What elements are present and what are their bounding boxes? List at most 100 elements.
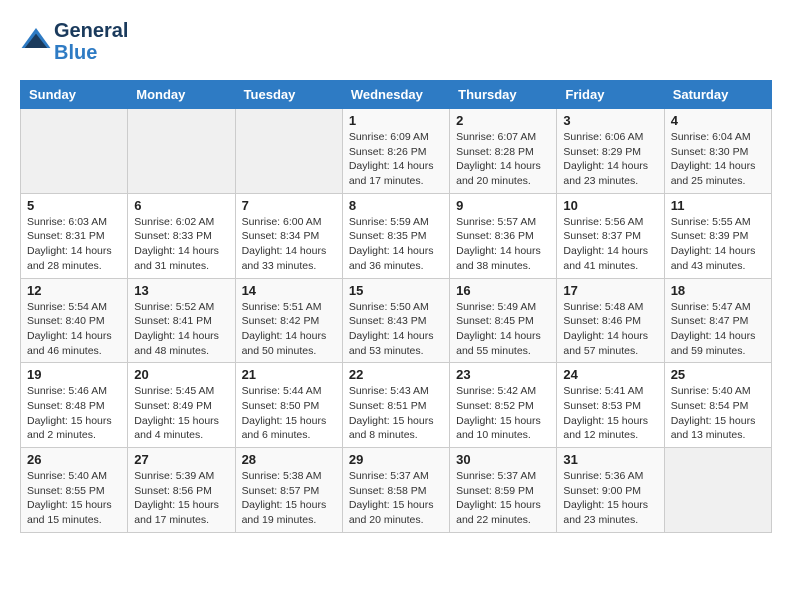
day-header-tuesday: Tuesday bbox=[235, 81, 342, 109]
day-number: 25 bbox=[671, 367, 765, 382]
calendar-cell: 31 Sunrise: 5:36 AM Sunset: 9:00 PM Dayli… bbox=[557, 448, 664, 533]
day-detail: Sunrise: 5:45 AM Sunset: 8:49 PM Dayligh… bbox=[134, 384, 228, 443]
calendar-cell: 25 Sunrise: 5:40 AM Sunset: 8:54 PM Dayli… bbox=[664, 363, 771, 448]
day-header-sunday: Sunday bbox=[21, 81, 128, 109]
day-detail: Sunrise: 5:43 AM Sunset: 8:51 PM Dayligh… bbox=[349, 384, 443, 443]
day-detail: Sunrise: 6:07 AM Sunset: 8:28 PM Dayligh… bbox=[456, 130, 550, 189]
day-detail: Sunrise: 5:38 AM Sunset: 8:57 PM Dayligh… bbox=[242, 469, 336, 528]
day-detail: Sunrise: 5:59 AM Sunset: 8:35 PM Dayligh… bbox=[349, 215, 443, 274]
calendar-week-5: 26 Sunrise: 5:40 AM Sunset: 8:55 PM Dayli… bbox=[21, 448, 772, 533]
day-number: 23 bbox=[456, 367, 550, 382]
day-number: 29 bbox=[349, 452, 443, 467]
day-number: 30 bbox=[456, 452, 550, 467]
day-detail: Sunrise: 5:47 AM Sunset: 8:47 PM Dayligh… bbox=[671, 300, 765, 359]
day-number: 13 bbox=[134, 283, 228, 298]
calendar-cell: 3 Sunrise: 6:06 AM Sunset: 8:29 PM Daylig… bbox=[557, 109, 664, 194]
day-number: 20 bbox=[134, 367, 228, 382]
day-number: 12 bbox=[27, 283, 121, 298]
day-header-saturday: Saturday bbox=[664, 81, 771, 109]
logo-icon bbox=[20, 24, 52, 56]
day-detail: Sunrise: 5:56 AM Sunset: 8:37 PM Dayligh… bbox=[563, 215, 657, 274]
day-number: 27 bbox=[134, 452, 228, 467]
calendar-cell: 10 Sunrise: 5:56 AM Sunset: 8:37 PM Dayli… bbox=[557, 193, 664, 278]
day-detail: Sunrise: 5:36 AM Sunset: 9:00 PM Dayligh… bbox=[563, 469, 657, 528]
day-number: 16 bbox=[456, 283, 550, 298]
day-number: 22 bbox=[349, 367, 443, 382]
day-number: 7 bbox=[242, 198, 336, 213]
day-number: 21 bbox=[242, 367, 336, 382]
day-number: 3 bbox=[563, 113, 657, 128]
calendar-cell: 2Sunrise: 6:07 AM Sunset: 8:28 PM Daylig… bbox=[450, 109, 557, 194]
day-detail: Sunrise: 6:03 AM Sunset: 8:31 PM Dayligh… bbox=[27, 215, 121, 274]
calendar-cell: 4 Sunrise: 6:04 AM Sunset: 8:30 PM Daylig… bbox=[664, 109, 771, 194]
day-detail: Sunrise: 5:44 AM Sunset: 8:50 PM Dayligh… bbox=[242, 384, 336, 443]
calendar-cell: 13Sunrise: 5:52 AM Sunset: 8:41 PM Dayli… bbox=[128, 278, 235, 363]
day-detail: Sunrise: 5:48 AM Sunset: 8:46 PM Dayligh… bbox=[563, 300, 657, 359]
calendar-cell: 5 Sunrise: 6:03 AM Sunset: 8:31 PM Daylig… bbox=[21, 193, 128, 278]
calendar-cell: 15 Sunrise: 5:50 AM Sunset: 8:43 PM Dayli… bbox=[342, 278, 449, 363]
day-header-thursday: Thursday bbox=[450, 81, 557, 109]
calendar-cell bbox=[664, 448, 771, 533]
day-number: 24 bbox=[563, 367, 657, 382]
day-number: 5 bbox=[27, 198, 121, 213]
day-header-monday: Monday bbox=[128, 81, 235, 109]
calendar-cell: 18 Sunrise: 5:47 AM Sunset: 8:47 PM Dayli… bbox=[664, 278, 771, 363]
calendar-week-2: 5 Sunrise: 6:03 AM Sunset: 8:31 PM Daylig… bbox=[21, 193, 772, 278]
day-number: 18 bbox=[671, 283, 765, 298]
day-number: 1 bbox=[349, 113, 443, 128]
calendar-cell: 27 Sunrise: 5:39 AM Sunset: 8:56 PM Dayli… bbox=[128, 448, 235, 533]
calendar-cell: 28 Sunrise: 5:38 AM Sunset: 8:57 PM Dayli… bbox=[235, 448, 342, 533]
calendar-cell bbox=[235, 109, 342, 194]
day-number: 6 bbox=[134, 198, 228, 213]
day-detail: Sunrise: 6:09 AM Sunset: 8:26 PM Dayligh… bbox=[349, 130, 443, 189]
day-number: 28 bbox=[242, 452, 336, 467]
calendar-cell: 11Sunrise: 5:55 AM Sunset: 8:39 PM Dayli… bbox=[664, 193, 771, 278]
day-detail: Sunrise: 5:40 AM Sunset: 8:54 PM Dayligh… bbox=[671, 384, 765, 443]
calendar-cell: 12Sunrise: 5:54 AM Sunset: 8:40 PM Dayli… bbox=[21, 278, 128, 363]
day-number: 10 bbox=[563, 198, 657, 213]
day-number: 9 bbox=[456, 198, 550, 213]
calendar-cell: 22 Sunrise: 5:43 AM Sunset: 8:51 PM Dayli… bbox=[342, 363, 449, 448]
day-number: 15 bbox=[349, 283, 443, 298]
calendar-cell: 6 Sunrise: 6:02 AM Sunset: 8:33 PM Daylig… bbox=[128, 193, 235, 278]
day-detail: Sunrise: 5:37 AM Sunset: 8:58 PM Dayligh… bbox=[349, 469, 443, 528]
day-detail: Sunrise: 6:04 AM Sunset: 8:30 PM Dayligh… bbox=[671, 130, 765, 189]
day-header-friday: Friday bbox=[557, 81, 664, 109]
calendar-cell bbox=[128, 109, 235, 194]
calendar-cell: 8Sunrise: 5:59 AM Sunset: 8:35 PM Daylig… bbox=[342, 193, 449, 278]
calendar-cell: 30Sunrise: 5:37 AM Sunset: 8:59 PM Dayli… bbox=[450, 448, 557, 533]
logo-text-line2: Blue bbox=[54, 42, 128, 64]
page-header: General Blue bbox=[20, 20, 772, 64]
calendar-cell: 9 Sunrise: 5:57 AM Sunset: 8:36 PM Daylig… bbox=[450, 193, 557, 278]
day-detail: Sunrise: 5:40 AM Sunset: 8:55 PM Dayligh… bbox=[27, 469, 121, 528]
calendar-cell: 29 Sunrise: 5:37 AM Sunset: 8:58 PM Dayli… bbox=[342, 448, 449, 533]
calendar-cell: 7Sunrise: 6:00 AM Sunset: 8:34 PM Daylig… bbox=[235, 193, 342, 278]
day-header-wednesday: Wednesday bbox=[342, 81, 449, 109]
day-detail: Sunrise: 5:46 AM Sunset: 8:48 PM Dayligh… bbox=[27, 384, 121, 443]
calendar-cell: 19Sunrise: 5:46 AM Sunset: 8:48 PM Dayli… bbox=[21, 363, 128, 448]
day-detail: Sunrise: 5:49 AM Sunset: 8:45 PM Dayligh… bbox=[456, 300, 550, 359]
day-number: 17 bbox=[563, 283, 657, 298]
day-number: 31 bbox=[563, 452, 657, 467]
day-detail: Sunrise: 6:06 AM Sunset: 8:29 PM Dayligh… bbox=[563, 130, 657, 189]
calendar-week-1: 1 Sunrise: 6:09 AM Sunset: 8:26 PM Daylig… bbox=[21, 109, 772, 194]
calendar-cell bbox=[21, 109, 128, 194]
calendar-cell: 21 Sunrise: 5:44 AM Sunset: 8:50 PM Dayli… bbox=[235, 363, 342, 448]
calendar-cell: 23 Sunrise: 5:42 AM Sunset: 8:52 PM Dayli… bbox=[450, 363, 557, 448]
calendar-cell: 26 Sunrise: 5:40 AM Sunset: 8:55 PM Dayli… bbox=[21, 448, 128, 533]
day-detail: Sunrise: 5:42 AM Sunset: 8:52 PM Dayligh… bbox=[456, 384, 550, 443]
day-detail: Sunrise: 5:51 AM Sunset: 8:42 PM Dayligh… bbox=[242, 300, 336, 359]
day-number: 26 bbox=[27, 452, 121, 467]
day-detail: Sunrise: 5:39 AM Sunset: 8:56 PM Dayligh… bbox=[134, 469, 228, 528]
calendar-cell: 20 Sunrise: 5:45 AM Sunset: 8:49 PM Dayli… bbox=[128, 363, 235, 448]
calendar-cell: 24Sunrise: 5:41 AM Sunset: 8:53 PM Dayli… bbox=[557, 363, 664, 448]
day-detail: Sunrise: 5:57 AM Sunset: 8:36 PM Dayligh… bbox=[456, 215, 550, 274]
logo: General Blue bbox=[20, 20, 128, 64]
day-number: 14 bbox=[242, 283, 336, 298]
calendar-week-4: 19Sunrise: 5:46 AM Sunset: 8:48 PM Dayli… bbox=[21, 363, 772, 448]
calendar-table: SundayMondayTuesdayWednesdayThursdayFrid… bbox=[20, 80, 772, 533]
day-detail: Sunrise: 6:02 AM Sunset: 8:33 PM Dayligh… bbox=[134, 215, 228, 274]
calendar-cell: 1 Sunrise: 6:09 AM Sunset: 8:26 PM Daylig… bbox=[342, 109, 449, 194]
day-number: 4 bbox=[671, 113, 765, 128]
day-detail: Sunrise: 5:50 AM Sunset: 8:43 PM Dayligh… bbox=[349, 300, 443, 359]
